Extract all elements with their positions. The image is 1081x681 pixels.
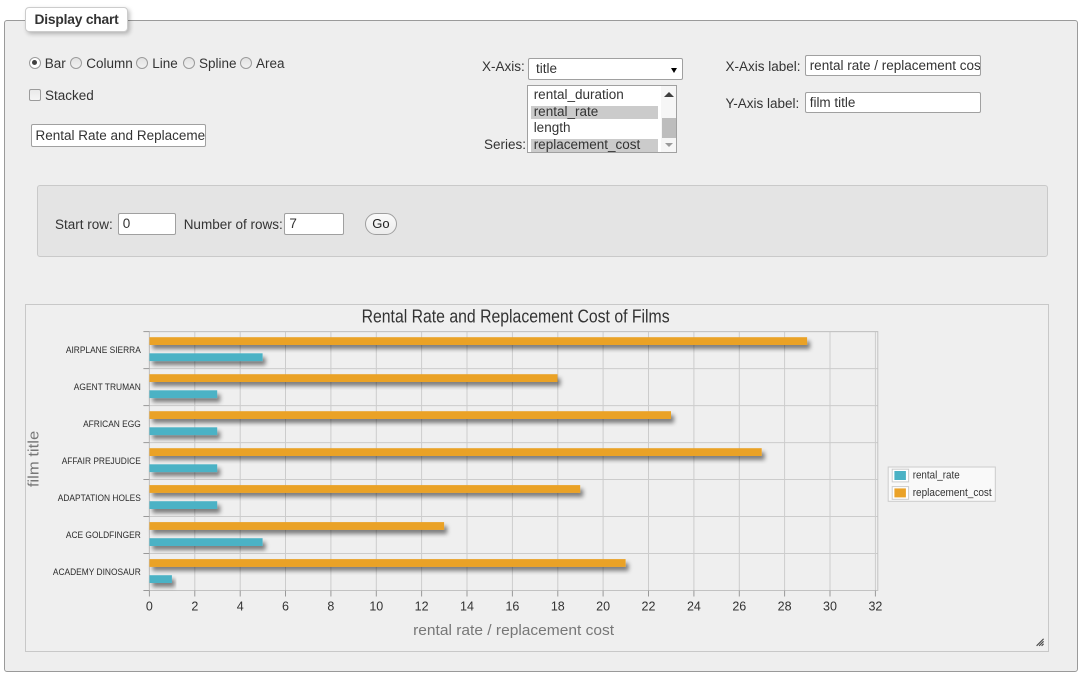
svg-text:Rental Rate and Replacement Co: Rental Rate and Replacement Cost of Film… — [362, 306, 670, 326]
svg-text:rental rate / replacement cost: rental rate / replacement cost — [413, 622, 615, 639]
svg-text:AIRPLANE SIERRA: AIRPLANE SIERRA — [66, 345, 141, 355]
svg-text:22: 22 — [642, 600, 656, 614]
svg-text:film title: film title — [26, 431, 43, 487]
svg-text:10: 10 — [369, 600, 383, 614]
svg-text:ACADEMY DINOSAUR: ACADEMY DINOSAUR — [53, 567, 141, 577]
svg-text:0: 0 — [146, 600, 153, 614]
svg-text:26: 26 — [732, 600, 746, 614]
svg-text:6: 6 — [282, 600, 289, 614]
svg-text:replacement_cost: replacement_cost — [913, 487, 992, 499]
svg-text:AFRICAN EGG: AFRICAN EGG — [83, 419, 141, 429]
svg-text:ADAPTATION HOLES: ADAPTATION HOLES — [58, 493, 141, 503]
svg-text:14: 14 — [460, 600, 474, 614]
svg-text:24: 24 — [687, 600, 701, 614]
svg-text:20: 20 — [596, 600, 610, 614]
svg-text:12: 12 — [415, 600, 429, 614]
svg-text:30: 30 — [823, 600, 837, 614]
svg-text:28: 28 — [778, 600, 792, 614]
svg-text:ACE GOLDFINGER: ACE GOLDFINGER — [66, 530, 141, 540]
svg-text:AGENT TRUMAN: AGENT TRUMAN — [74, 382, 141, 392]
svg-text:2: 2 — [191, 600, 198, 614]
svg-text:18: 18 — [551, 600, 565, 614]
svg-text:32: 32 — [868, 600, 882, 614]
svg-text:AFFAIR PREJUDICE: AFFAIR PREJUDICE — [62, 456, 141, 466]
svg-text:16: 16 — [505, 600, 519, 614]
svg-text:8: 8 — [327, 600, 334, 614]
svg-text:4: 4 — [237, 600, 244, 614]
svg-text:rental_rate: rental_rate — [913, 469, 960, 481]
